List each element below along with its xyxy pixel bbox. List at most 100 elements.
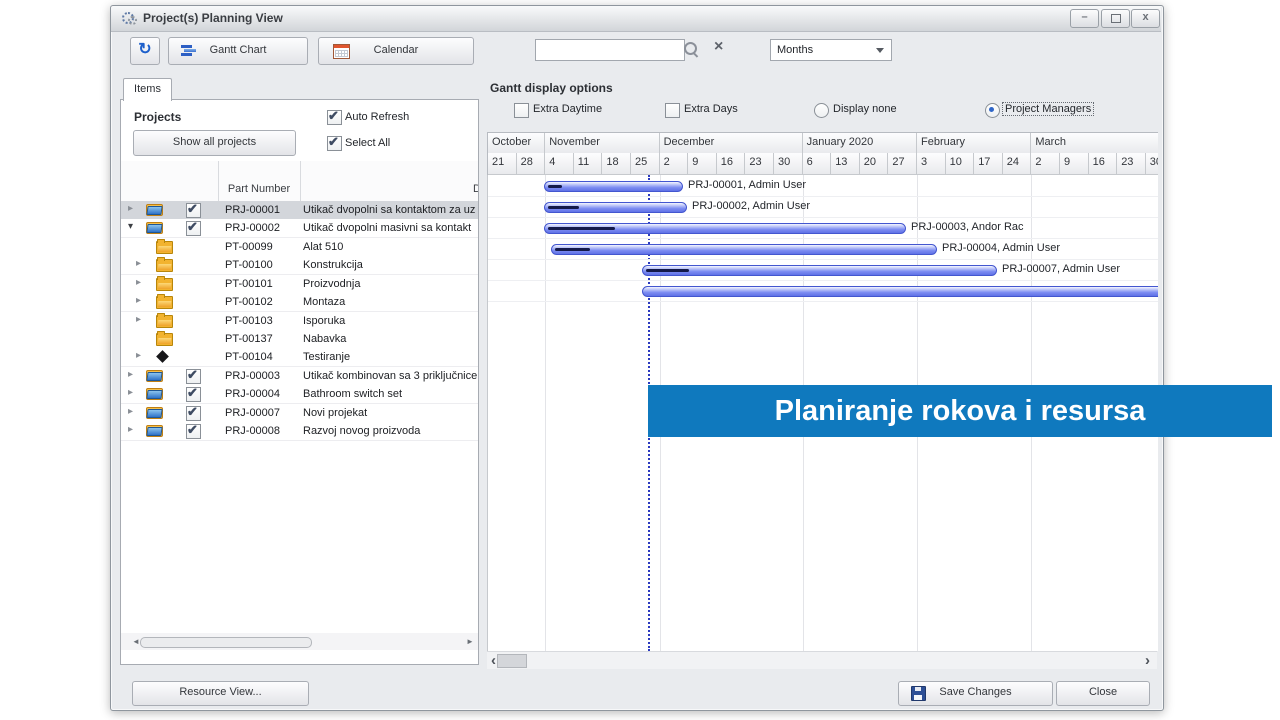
scale-select[interactable]: Months	[770, 39, 892, 61]
expand-arrow-icon[interactable]: ▸	[136, 314, 141, 325]
expand-arrow-icon[interactable]: ▸	[128, 369, 133, 380]
clear-search-icon[interactable]: ×	[714, 38, 723, 56]
timeline-month: February	[917, 133, 1031, 154]
gantt-bar[interactable]	[551, 244, 937, 255]
tree-row-PT-00104[interactable]: ▸PT-00104Testiranje	[121, 348, 478, 367]
gantt-bar-progress	[555, 248, 590, 251]
expand-arrow-icon[interactable]: ▸	[136, 277, 141, 288]
scrollbar-thumb[interactable]	[497, 654, 527, 668]
tree-row-PT-00137[interactable]: PT-00137Nabavka	[121, 330, 478, 349]
timeline-week: 20	[860, 153, 889, 175]
gantt-options-title: Gantt display options	[490, 81, 613, 95]
expand-arrow-icon[interactable]: ▸	[136, 295, 141, 306]
expand-arrow-icon[interactable]: ▸	[128, 387, 133, 398]
row-gridline	[488, 301, 1158, 302]
gantt-bar-label: PRJ-00003, Andor Rac	[911, 221, 1024, 233]
timeline-week: 23	[1117, 153, 1146, 175]
description-cell: Isporuka	[303, 315, 345, 327]
select-all-checkbox[interactable]	[327, 136, 342, 151]
checkbox-icon[interactable]	[665, 103, 680, 118]
scroll-right-icon[interactable]: ›	[1145, 652, 1150, 669]
expand-arrow-icon[interactable]: ▸	[128, 406, 133, 417]
row-gridline	[488, 238, 1158, 239]
radio-icon[interactable]	[985, 103, 1000, 118]
expand-arrow-icon[interactable]: ▸	[136, 350, 141, 361]
row-checkbox[interactable]	[186, 369, 201, 384]
expand-arrow-icon[interactable]: ▸	[128, 424, 133, 435]
checkbox-icon[interactable]	[514, 103, 529, 118]
tree-rows: ▸PRJ-00001Utikač dvopolni sa kontaktom z…	[121, 201, 478, 443]
scroll-left-icon[interactable]: ◄	[132, 637, 140, 646]
row-checkbox[interactable]	[186, 424, 201, 439]
radio-icon[interactable]	[814, 103, 829, 118]
part-number-cell: PT-00103	[225, 315, 273, 327]
tree-row-PRJ-00001[interactable]: ▸PRJ-00001Utikač dvopolni sa kontaktom z…	[121, 201, 478, 220]
column-header-description[interactable]: Description	[473, 183, 479, 195]
gantt-bar[interactable]	[544, 223, 906, 234]
project-icon	[146, 204, 163, 216]
expand-arrow-icon[interactable]: ▸	[136, 258, 141, 269]
description-cell: Testiranje	[303, 351, 350, 363]
folder-icon	[156, 315, 173, 328]
scroll-right-icon[interactable]: ►	[466, 637, 474, 646]
tree-row-PT-00103[interactable]: ▸ PT-00103 Isporuka	[121, 312, 478, 331]
minimize-button[interactable]: –	[1070, 9, 1099, 28]
gantt-bar-progress	[548, 206, 579, 209]
expand-arrow-icon[interactable]: ▸	[128, 203, 133, 214]
auto-refresh-checkbox[interactable]	[327, 110, 342, 125]
row-gridline	[488, 259, 1158, 260]
tree-row-PT-00100[interactable]: ▸PT-00100Konstrukcija	[121, 256, 478, 275]
tree-row-PRJ-00003[interactable]: ▸PRJ-00003Utikač kombinovan sa 3 priklju…	[121, 367, 478, 386]
maximize-button[interactable]	[1101, 9, 1130, 28]
description-cell: Konstrukcija	[303, 259, 363, 271]
timeline-month: January 2020	[803, 133, 917, 154]
projects-horizontal-scrollbar[interactable]: ◄ ►	[121, 633, 478, 650]
column-header-part-number[interactable]: Part Number	[218, 183, 300, 195]
save-changes-button[interactable]: Save Changes	[898, 681, 1053, 706]
tree-row-PT-00101[interactable]: ▸PT-00101Proizvodnja	[121, 275, 478, 294]
tree-row-PT-00102[interactable]: ▸PT-00102Montaza	[121, 293, 478, 312]
option-label: Extra Days	[684, 103, 738, 115]
calendar-button[interactable]: Calendar	[318, 37, 474, 65]
gantt-chart-icon	[181, 45, 197, 57]
timeline-week: 30	[1146, 153, 1158, 175]
search-icon[interactable]	[684, 42, 697, 55]
close-window-button[interactable]: x	[1131, 9, 1160, 28]
row-checkbox[interactable]	[186, 406, 201, 421]
gantt-bar[interactable]	[544, 202, 687, 213]
timeline-week: 18	[602, 153, 631, 175]
tree-row-PRJ-00002[interactable]: ▾PRJ-00002Utikač dvopolni masivni sa kon…	[121, 219, 478, 238]
tree-table-header: Part Number Description	[121, 161, 478, 202]
refresh-button[interactable]: ↻	[130, 37, 160, 65]
close-button[interactable]: Close	[1056, 681, 1150, 706]
tree-row-PRJ-00008[interactable]: ▸PRJ-00008Razvoj novog proizvoda	[121, 422, 478, 441]
tree-row-PT-00099[interactable]: PT-00099Alat 510	[121, 238, 478, 257]
gantt-horizontal-scrollbar[interactable]: ‹ ›	[487, 651, 1157, 669]
row-checkbox[interactable]	[186, 221, 201, 236]
gantt-bar[interactable]	[642, 265, 997, 276]
scrollbar-thumb[interactable]	[140, 637, 312, 648]
gantt-bar[interactable]	[544, 181, 683, 192]
tree-row-PRJ-00007[interactable]: ▸PRJ-00007Novi projekat	[121, 404, 478, 423]
tree-row-PRJ-00004[interactable]: ▸PRJ-00004Bathroom switch set	[121, 385, 478, 404]
row-checkbox[interactable]	[186, 387, 201, 402]
timeline-week: 11	[574, 153, 603, 175]
resource-view-button[interactable]: Resource View...	[132, 681, 309, 706]
timeline-week: 13	[831, 153, 860, 175]
gantt-bar[interactable]	[642, 286, 1158, 297]
search-input[interactable]	[535, 39, 685, 61]
part-number-cell: PRJ-00002	[225, 222, 280, 234]
tab-items[interactable]: Items	[123, 78, 172, 101]
titlebar[interactable]: Project(s) Planning View	[111, 6, 1161, 32]
collapse-arrow-icon[interactable]: ▾	[128, 221, 133, 232]
scroll-left-icon[interactable]: ‹	[491, 652, 496, 669]
gantt-chart-button[interactable]: Gantt Chart	[168, 37, 308, 65]
month-gridline	[545, 175, 546, 651]
timeline-week: 2	[1031, 153, 1060, 175]
diamond-icon	[156, 350, 169, 363]
timeline-week: 27	[888, 153, 917, 175]
row-checkbox[interactable]	[186, 203, 201, 218]
timeline-week: 16	[1089, 153, 1118, 175]
description-cell: Montaza	[303, 296, 345, 308]
show-all-projects-button[interactable]: Show all projects	[133, 130, 296, 156]
